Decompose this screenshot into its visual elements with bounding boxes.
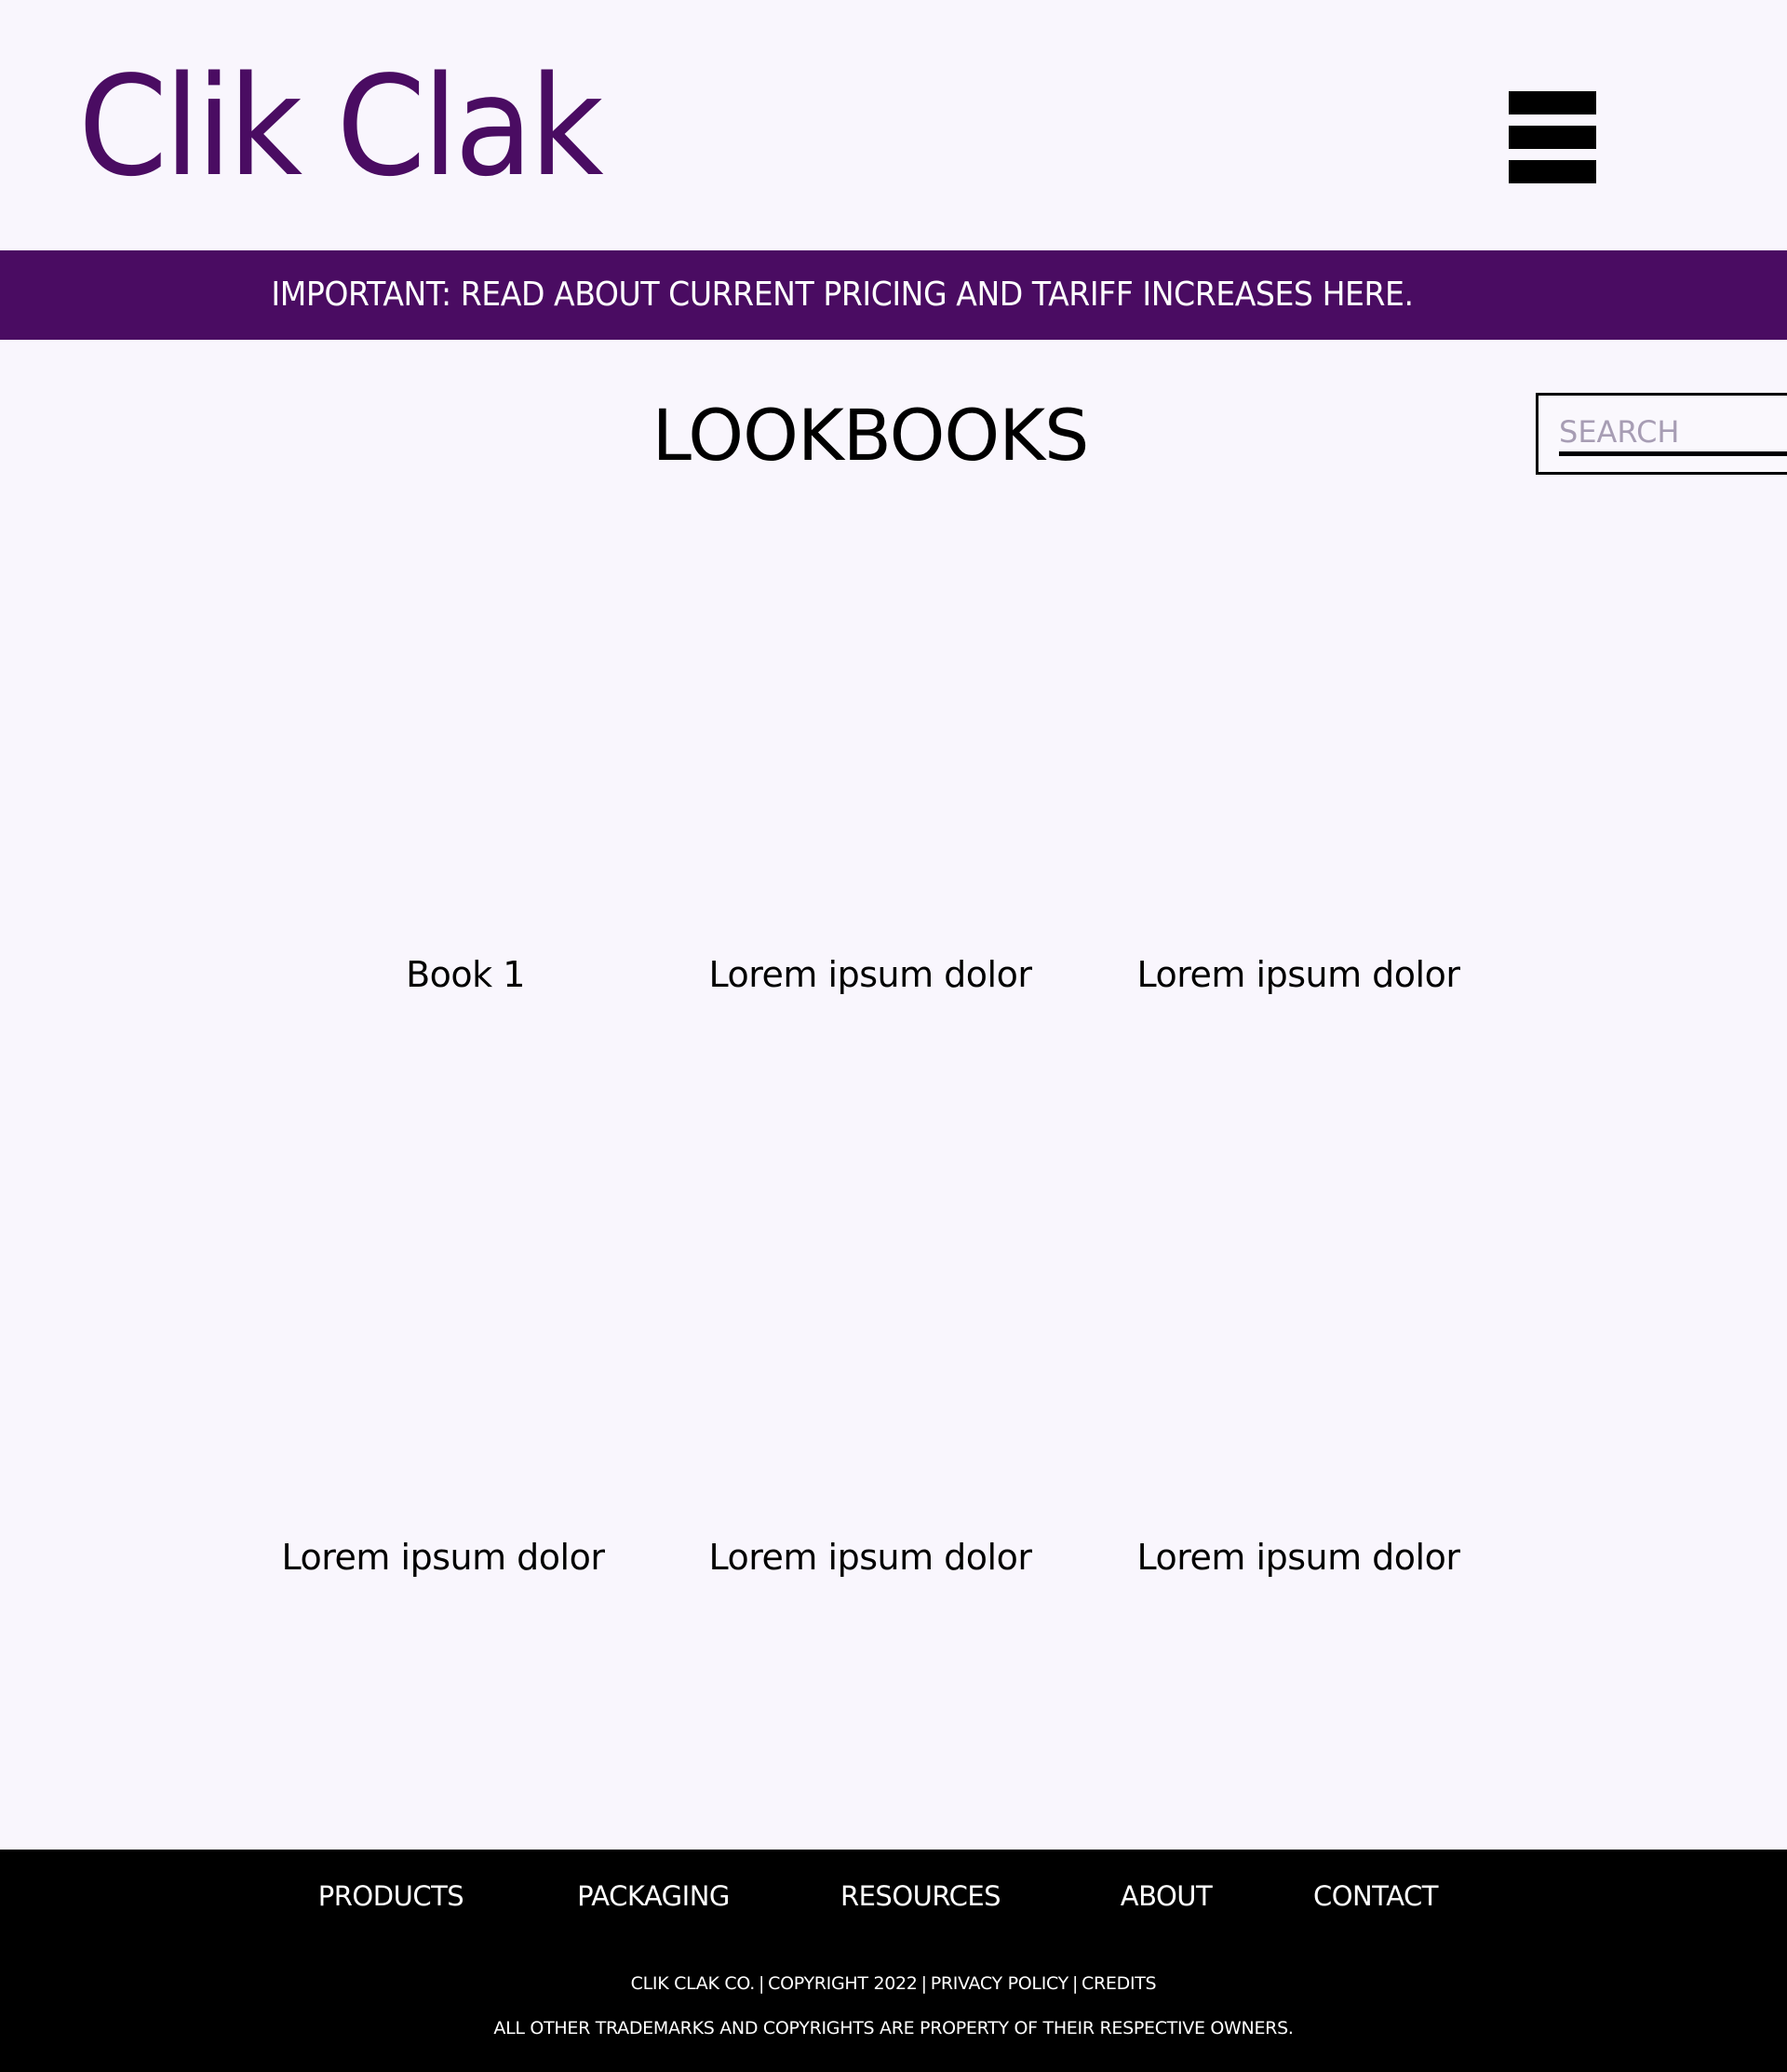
credits-link[interactable]: CREDITS	[1082, 1973, 1157, 1994]
search-input[interactable]	[1559, 412, 1787, 456]
lookbook-item[interactable]: Lorem ipsum dolor	[684, 957, 1056, 992]
footer-link-resources[interactable]: RESOURCES	[840, 1877, 1001, 1915]
hamburger-menu-icon[interactable]	[1509, 91, 1596, 184]
announcement-link[interactable]: IMPORTANT: READ ABOUT CURRENT PRICING AN…	[67, 250, 1617, 340]
footer-link-about[interactable]: ABOUT	[1121, 1877, 1213, 1915]
company-name: CLIK CLAK CO.	[630, 1973, 756, 1994]
search-box	[1536, 393, 1787, 475]
page-title: LOOKBOOKS	[652, 394, 1090, 477]
footer-legal-line: CLIK CLAK CO. | COPYRIGHT 2022 | PRIVACY POL…	[0, 1973, 1787, 1994]
lookbook-item[interactable]: Book 1	[279, 957, 652, 992]
footer-link-packaging[interactable]: PACKAGING	[577, 1877, 730, 1915]
lookbook-item[interactable]: Lorem ipsum dolor	[1112, 1540, 1485, 1575]
site-logo[interactable]: Clik Clak	[78, 58, 604, 195]
footer-link-products[interactable]: PRODUCTS	[318, 1877, 464, 1915]
separator: |	[759, 1973, 765, 1994]
lookbook-item[interactable]: Lorem ipsum dolor	[257, 1540, 629, 1575]
lookbook-item[interactable]: Lorem ipsum dolor	[1112, 957, 1485, 992]
announcement-banner: IMPORTANT: READ ABOUT CURRENT PRICING AN…	[0, 250, 1787, 340]
lookbook-item[interactable]: Lorem ipsum dolor	[684, 1540, 1056, 1575]
footer: PRODUCTS PACKAGING RESOURCES ABOUT CONTA…	[0, 1850, 1787, 2072]
footer-disclaimer: ALL OTHER TRADEMARKS AND COPYRIGHTS ARE …	[493, 2018, 1294, 2038]
separator: |	[920, 1973, 927, 1994]
menu-bar	[1509, 126, 1596, 149]
separator: |	[1071, 1973, 1079, 1994]
copyright-text: COPYRIGHT 2022	[768, 1973, 918, 1994]
footer-link-contact[interactable]: CONTACT	[1313, 1877, 1439, 1915]
menu-bar	[1509, 160, 1596, 183]
privacy-policy-link[interactable]: PRIVACY POLICY	[931, 1973, 1069, 1994]
menu-bar	[1509, 91, 1596, 114]
